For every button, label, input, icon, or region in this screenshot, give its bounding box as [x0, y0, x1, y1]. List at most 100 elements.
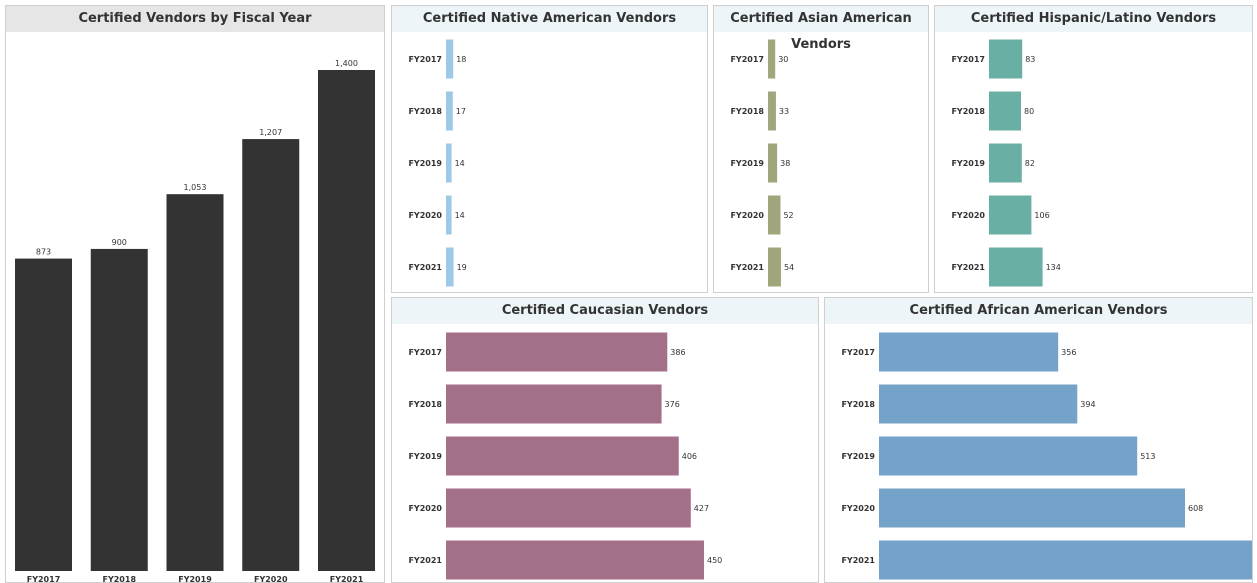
data-label: 376 — [665, 400, 680, 409]
data-label: 30 — [778, 55, 788, 64]
data-label: 900 — [112, 238, 127, 247]
chart-hispanic: 83 FY2017 80 FY2018 82 FY2019 106 FY2020 134 FY20… — [951, 39, 1061, 287]
data-label: 106 — [1034, 211, 1049, 220]
bar — [768, 247, 781, 287]
panel-hispanic: Certified Hispanic/Latino Vendors 83 FY20… — [934, 5, 1253, 293]
tick-label: FY2021 — [951, 263, 985, 272]
tick-label: FY2018 — [951, 107, 985, 116]
data-label: 450 — [707, 556, 722, 565]
tick-label: FY2018 — [408, 107, 442, 116]
data-label: 83 — [1025, 55, 1035, 64]
bar — [90, 248, 148, 571]
chart-total: 873 FY2017 900 FY2018 1,053 FY2019 1,207 FY2020… — [15, 59, 375, 583]
bar — [879, 488, 1186, 528]
tick-label: FY2017 — [27, 575, 61, 583]
bar — [446, 143, 452, 183]
tick-label: FY2021 — [408, 263, 442, 272]
panel-native: Certified Native American Vendors 18 FY20… — [391, 5, 708, 293]
bar — [446, 91, 453, 131]
bar — [446, 332, 668, 372]
panel-african: Certified African American Vendors 356 FY… — [824, 297, 1253, 583]
data-label: 386 — [670, 348, 685, 357]
data-label: 19 — [457, 263, 467, 272]
tick-label: FY2019 — [408, 159, 442, 168]
tick-label: FY2020 — [730, 211, 764, 220]
data-label: 14 — [455, 159, 465, 168]
tick-label: FY2019 — [178, 575, 212, 583]
data-label: 608 — [1188, 504, 1203, 513]
bar — [768, 39, 776, 79]
chart-african: 356FY2017394FY2018513FY2019608FY2020743F… — [841, 332, 1252, 580]
data-label: 14 — [455, 211, 465, 220]
bar — [989, 195, 1032, 235]
data-label: 82 — [1025, 159, 1035, 168]
tick-label: FY2021 — [841, 556, 875, 565]
data-label: 1,053 — [184, 183, 207, 192]
data-label: 356 — [1061, 348, 1076, 357]
tick-label: FY2018 — [730, 107, 764, 116]
data-label: 1,207 — [259, 128, 282, 137]
chart-caucasian: 386 FY2017 376 FY2018 406 FY2019 427 FY2020 450 F… — [408, 332, 722, 580]
bar — [768, 91, 776, 131]
tick-label: FY2020 — [408, 504, 442, 513]
data-label: 17 — [456, 107, 466, 116]
bar — [879, 540, 1252, 580]
bar — [768, 195, 781, 235]
bar — [989, 91, 1021, 131]
tick-label: FY2019 — [730, 159, 764, 168]
tick-label: FY2017 — [951, 55, 985, 64]
tick-label: FY2020 — [841, 504, 875, 513]
bar — [242, 139, 300, 572]
data-label: 38 — [780, 159, 790, 168]
panel-asian: Certified Asian American Vendors 30 FY201… — [713, 5, 929, 293]
tick-label: FY2021 — [730, 263, 764, 272]
tick-label: FY2017 — [408, 55, 442, 64]
data-label: 54 — [784, 263, 794, 272]
bar — [879, 436, 1138, 476]
tick-label: FY2019 — [841, 452, 875, 461]
bar — [446, 384, 662, 424]
tick-label: FY2017 — [408, 348, 442, 357]
bar — [446, 39, 454, 79]
tick-label: FY2018 — [408, 400, 442, 409]
panel-total: Certified Vendors by Fiscal Year 873 FY20… — [5, 5, 385, 583]
bar — [166, 194, 224, 571]
data-label: 33 — [779, 107, 789, 116]
bar — [879, 332, 1059, 372]
tick-label: FY2017 — [730, 55, 764, 64]
chart-native: 18 FY2017 17 FY2018 14 FY2019 14 FY2020 19 FY2021 — [408, 39, 467, 287]
bar — [446, 488, 691, 528]
bar — [446, 436, 679, 476]
tick-label: FY2019 — [408, 452, 442, 461]
tick-label: FY2020 — [408, 211, 442, 220]
data-label: 394 — [1080, 400, 1095, 409]
bar — [446, 540, 704, 580]
tick-label: FY2018 — [841, 400, 875, 409]
data-label: 873 — [36, 248, 51, 257]
bar — [446, 195, 452, 235]
data-label: 18 — [456, 55, 466, 64]
data-label: 406 — [682, 452, 697, 461]
data-label: 427 — [694, 504, 709, 513]
bar — [15, 258, 72, 571]
bar — [318, 70, 375, 571]
bar — [879, 384, 1078, 424]
bar — [989, 39, 1023, 79]
bar — [446, 247, 454, 287]
tick-label: FY2018 — [102, 575, 136, 583]
tick-label: FY2020 — [951, 211, 985, 220]
panel-caucasian: Certified Caucasian Vendors 386 FY2017 376… — [391, 297, 819, 583]
tick-label: FY2019 — [951, 159, 985, 168]
tick-label: FY2017 — [841, 348, 875, 357]
data-label: 52 — [783, 211, 793, 220]
chart-asian: 30 FY2017 33 FY2018 38 FY2019 52 FY2020 54 FY2021 — [730, 39, 794, 287]
bar — [989, 247, 1043, 287]
tick-label: FY2021 — [330, 575, 364, 583]
bar — [989, 143, 1022, 183]
data-label: 80 — [1024, 107, 1034, 116]
bar — [768, 143, 778, 183]
tick-label: FY2020 — [254, 575, 288, 583]
data-label: 134 — [1046, 263, 1061, 272]
data-label: 1,400 — [335, 59, 358, 68]
data-label: 513 — [1140, 452, 1155, 461]
